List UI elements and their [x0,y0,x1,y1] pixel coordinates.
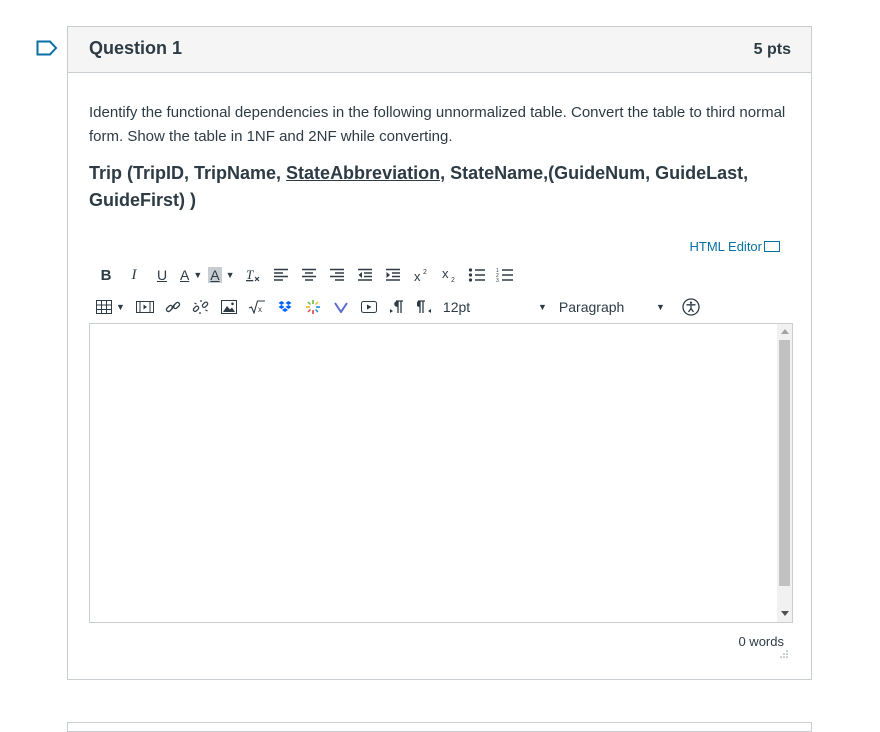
align-left-button[interactable] [271,264,291,286]
html-editor-label: HTML Editor [689,239,762,254]
rtl-button[interactable] [415,296,435,318]
table-button[interactable]: ▼ [96,296,125,318]
chevron-down-icon: ▼ [656,302,665,312]
outdent-icon [357,268,372,281]
ltr-button[interactable] [387,296,407,318]
question-points: 5 pts [753,41,791,58]
link-button[interactable] [163,296,183,318]
bullet-list-button[interactable] [467,264,487,286]
editor-content[interactable] [98,332,768,614]
bold-button[interactable]: B [96,264,116,286]
svg-text:2: 2 [423,269,427,276]
superscript-icon: x2 [414,269,427,283]
keyboard-icon [764,241,780,252]
align-center-button[interactable] [299,264,319,286]
align-right-button[interactable] [327,264,347,286]
vimeo-button[interactable] [331,296,351,318]
rich-text-editor[interactable] [89,323,793,623]
numbered-list-button[interactable]: 123 [495,264,515,286]
scroll-down-arrow-icon[interactable] [781,611,789,616]
scrollbar-thumb[interactable] [779,340,790,586]
background-color-icon: A [208,267,222,283]
text-color-button[interactable]: A ▼ [180,264,202,286]
image-icon [220,300,237,314]
resize-handle-icon[interactable] [779,649,789,659]
svg-text:x: x [442,267,449,281]
sparkle-app-icon [305,300,320,314]
square-root-icon: x [248,300,265,314]
chevron-down-icon: ▼ [193,270,203,280]
subscript-button[interactable]: x2 [439,264,459,286]
paragraph-ltr-icon [389,300,403,313]
next-question-card [67,722,812,732]
schema-prefix: Trip (TripID, TripName, [89,163,287,183]
svg-text:3: 3 [496,278,499,283]
chevron-down-icon: ▼ [225,270,235,280]
bookmark-flag-icon[interactable] [36,40,58,56]
text-color-icon: A [180,267,190,283]
chevron-down-icon: ▼ [538,302,547,312]
outdent-button[interactable] [355,264,375,286]
superscript-button[interactable]: x2 [411,264,431,286]
question-header: Question 1 5 pts [68,27,811,73]
svg-text:x: x [258,305,262,314]
question-text: Identify the functional dependencies in … [89,104,786,145]
youtube-button[interactable] [359,296,379,318]
align-center-icon [301,268,316,281]
html-editor-link[interactable]: HTML Editor [690,239,780,254]
numbered-list-icon: 123 [496,268,513,283]
question-title: Question 1 [89,38,183,58]
question-card: Question 1 5 pts Identify the functional… [67,26,812,680]
editor-scrollbar[interactable] [777,324,792,622]
svg-text:2: 2 [451,277,455,283]
svg-text:x: x [414,269,421,283]
question-schema: Trip (TripID, TripName, StateAbbreviatio… [89,160,794,214]
image-button[interactable] [219,296,239,318]
table-icon [96,300,112,314]
editor-toolbar-row-1: B I U A ▼ A ▼ T x2 x2 1 2 3 [96,263,523,287]
block-format-value: Paragraph [558,299,625,315]
underline-button[interactable]: U [152,264,172,286]
paragraph-rtl-icon [416,300,431,313]
app-launcher-button[interactable] [303,296,323,318]
dropbox-icon [278,301,292,312]
accessibility-checker-button[interactable] [681,296,701,318]
accessibility-icon [682,298,700,316]
align-right-icon [329,268,344,281]
font-size-select[interactable]: 12pt ▼ [443,296,547,318]
svg-text:T: T [246,267,254,282]
dropbox-button[interactable] [275,296,295,318]
schema-underlined-attribute: StateAbbreviation [286,163,441,183]
align-left-icon [273,268,288,281]
unlink-icon [192,300,209,314]
subscript-icon: x2 [442,267,455,283]
youtube-icon [360,301,377,313]
bullet-list-icon [468,268,485,282]
equation-button[interactable]: x [247,296,267,318]
scroll-up-arrow-icon[interactable] [781,329,789,334]
background-color-button[interactable]: A ▼ [208,264,235,286]
indent-button[interactable] [383,264,403,286]
block-format-select[interactable]: Paragraph ▼ [559,296,665,318]
font-size-value: 12pt [442,299,471,315]
editor-toolbar-row-2: ▼ x 12pt ▼ Paragraph ▼ [96,295,709,319]
clear-formatting-button[interactable]: T [243,264,263,286]
chevron-down-icon: ▼ [116,302,125,312]
vimeo-icon [334,302,348,313]
unlink-button[interactable] [191,296,211,318]
clear-formatting-icon: T [246,267,259,282]
word-count: 0 words [738,634,784,649]
link-icon [165,301,181,313]
media-button[interactable] [135,296,155,318]
italic-button[interactable]: I [124,264,144,286]
media-icon [135,301,154,313]
indent-icon [385,268,400,281]
